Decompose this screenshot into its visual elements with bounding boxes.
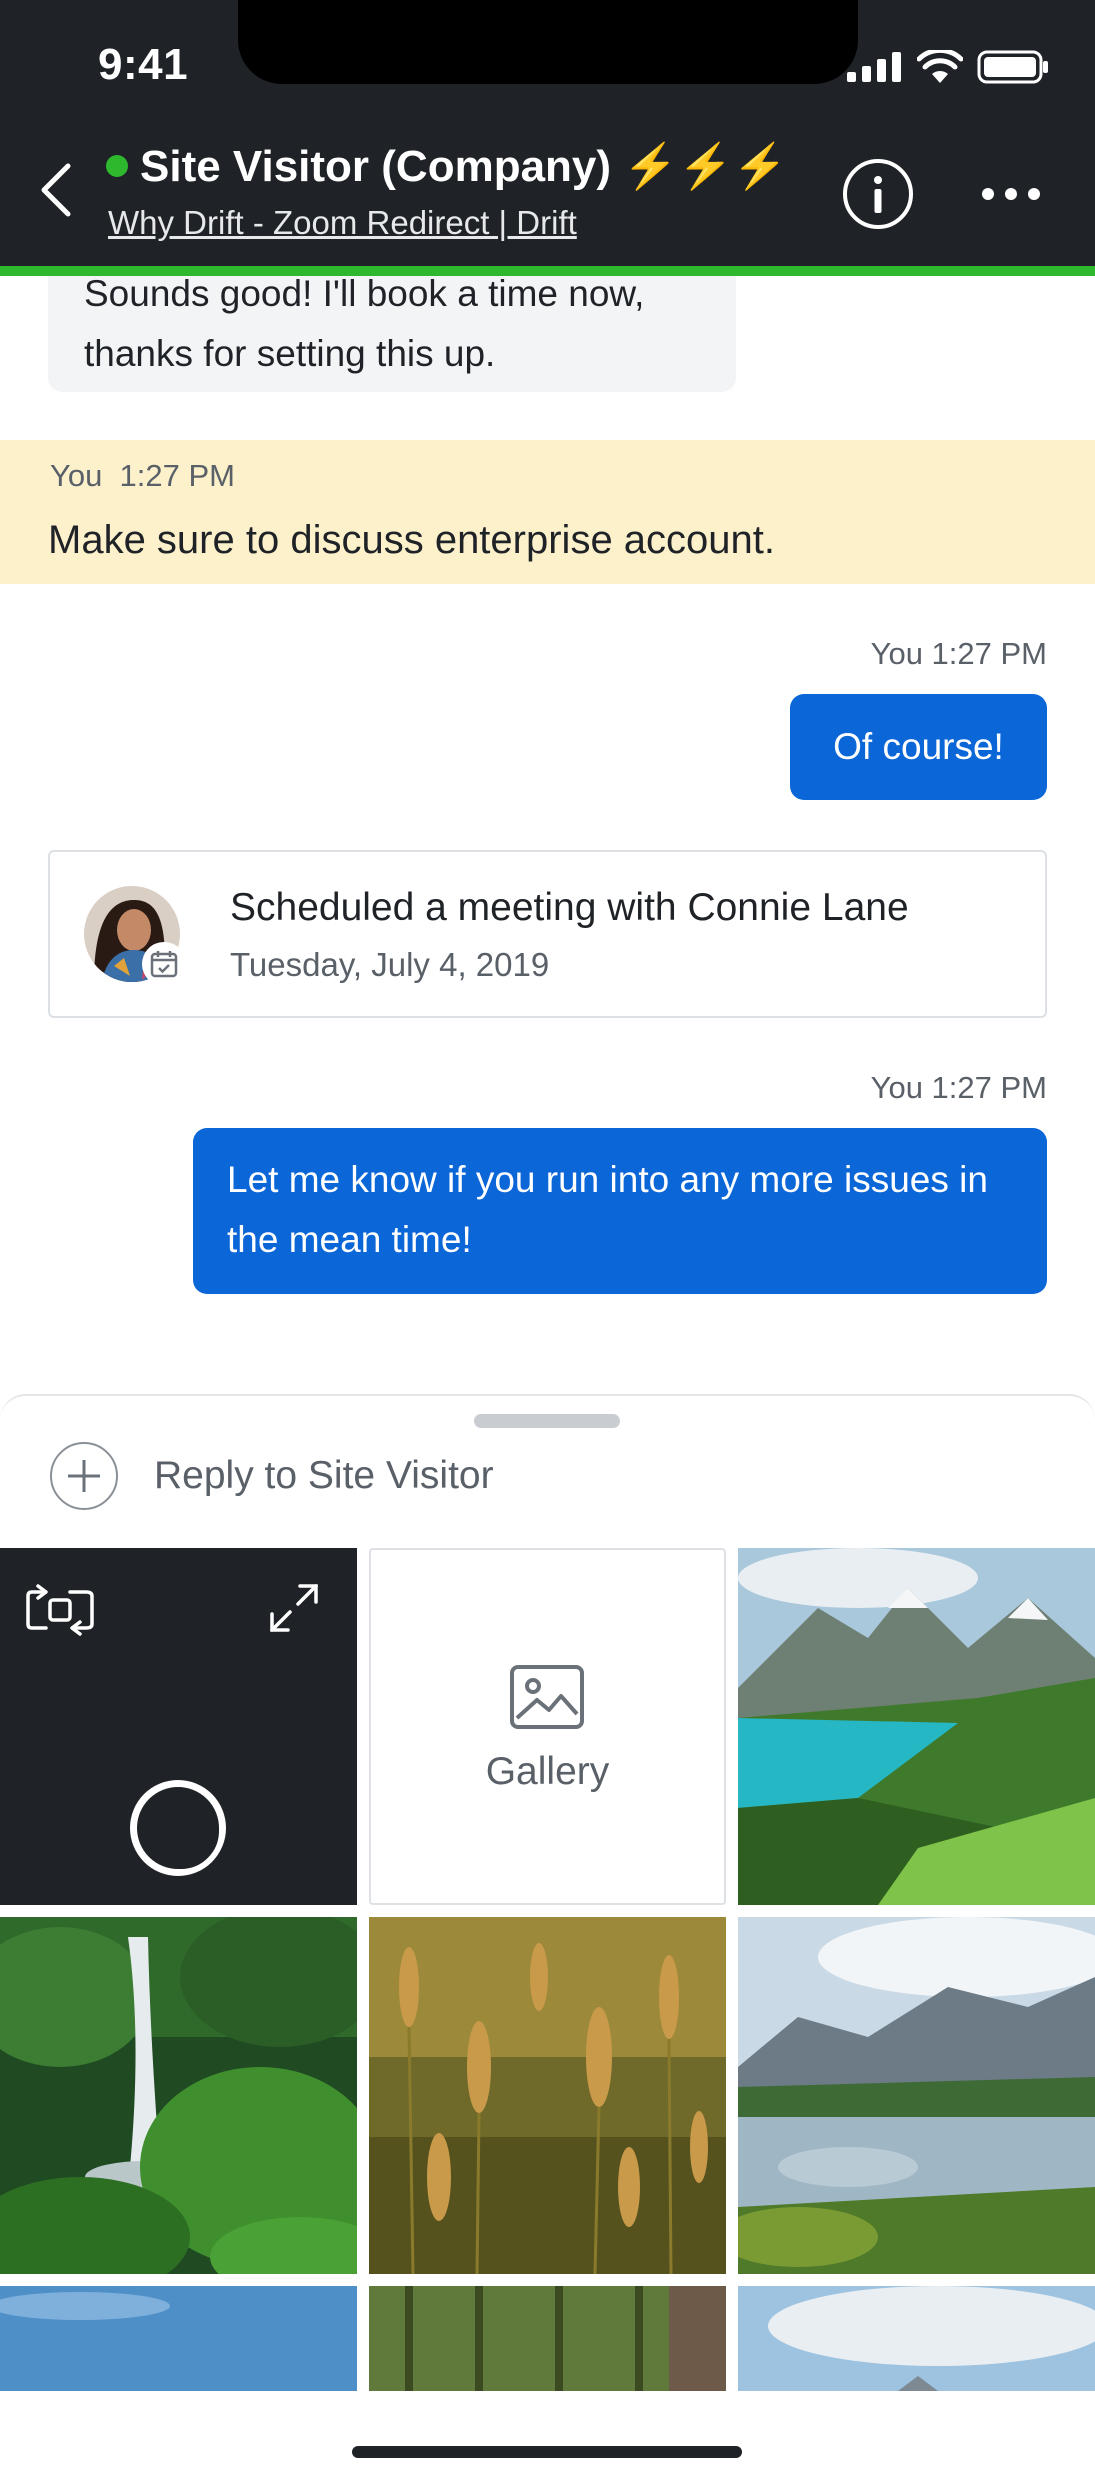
meeting-title: Scheduled a meeting with Connie Lane (230, 886, 909, 929)
agent-message-bubble: Let me know if you run into any more iss… (193, 1128, 1047, 1294)
image-gallery-icon (510, 1665, 584, 1729)
conversation-title-row[interactable]: Site Visitor (Company) ⚡⚡⚡ (106, 140, 788, 192)
status-time: 9:41 (98, 40, 189, 89)
lake-mountains-photo[interactable] (738, 1548, 1095, 1905)
more-options-button[interactable] (980, 186, 1042, 202)
gallery-button[interactable]: Gallery (369, 1548, 726, 1905)
agent-message-bubble: Of course! (790, 694, 1047, 800)
home-indicator[interactable] (352, 2446, 742, 2458)
info-icon (843, 159, 913, 229)
header-green-stripe (0, 266, 1095, 276)
expand-icon (270, 1584, 318, 1632)
switch-camera-button[interactable] (24, 1580, 96, 1640)
meeting-scheduled-card[interactable]: Scheduled a meeting with Connie Lane Tue… (48, 850, 1047, 1018)
waterfall-photo[interactable] (0, 1917, 357, 2274)
internal-note-text: Make sure to discuss enterprise account. (48, 518, 776, 562)
clouds-photo[interactable] (738, 2286, 1095, 2391)
reply-input[interactable] (154, 1446, 1034, 1506)
shutter-button[interactable] (130, 1780, 226, 1876)
grass-field-photo[interactable] (369, 1917, 726, 2274)
meeting-date: Tuesday, July 4, 2019 (230, 946, 550, 983)
conversation-subtitle-link[interactable]: Why Drift - Zoom Redirect | Drift (108, 204, 577, 242)
wifi-icon (917, 50, 963, 83)
camera-switch-icon (26, 1584, 94, 1636)
sky-photo[interactable] (0, 2286, 357, 2391)
message-meta: You 1:27 PM (870, 636, 1047, 671)
chevron-left-icon (41, 163, 71, 217)
internal-note-meta: You 1:27 PM (50, 458, 235, 494)
online-status-dot (106, 155, 128, 177)
device-notch (238, 0, 858, 84)
back-button[interactable] (34, 160, 78, 220)
camera-preview-tile[interactable] (0, 1548, 357, 1905)
add-attachment-button[interactable] (50, 1442, 118, 1510)
battery-icon (977, 50, 1048, 84)
message-meta: You 1:27 PM (870, 1070, 1047, 1105)
expand-camera-button[interactable] (266, 1580, 322, 1636)
more-horizontal-icon (982, 188, 1040, 200)
note-time: 1:27 PM (119, 458, 235, 493)
status-icons (847, 50, 1049, 84)
mountain-pond-photo[interactable] (738, 1917, 1095, 2274)
gallery-label: Gallery (485, 1750, 610, 1793)
calendar-check-badge (142, 942, 186, 986)
sheet-drag-handle[interactable] (474, 1414, 620, 1428)
cellular-signal-icon (847, 52, 901, 82)
conversation-header: 9:41 Site Visitor (Company) ⚡⚡⚡ Why Drif… (0, 0, 1095, 266)
info-button[interactable] (842, 158, 914, 230)
conversation-title[interactable]: Site Visitor (Company) ⚡⚡⚡ (140, 140, 788, 192)
forest-photo[interactable] (369, 2286, 726, 2391)
note-author: You (50, 458, 103, 493)
calendar-check-icon (150, 951, 178, 978)
